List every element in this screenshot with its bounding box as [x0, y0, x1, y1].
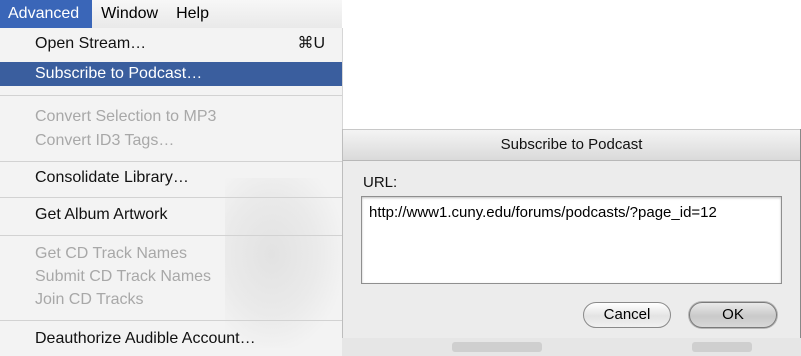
menu-item-label: Consolidate Library…	[35, 169, 189, 186]
menu-item-label: Get CD Track Names	[35, 245, 188, 262]
menu-item-deauthorize-audible[interactable]: Deauthorize Audible Account…	[0, 327, 342, 351]
menu-item-open-stream[interactable]: Open Stream… ⌘U	[0, 32, 342, 56]
subscribe-podcast-dialog: Subscribe to Podcast URL: http://www1.cu…	[342, 129, 801, 338]
menu-item-submit-cd-track-names: Submit CD Track Names	[0, 265, 342, 289]
menu-separator	[0, 95, 342, 96]
menu-separator	[0, 235, 342, 236]
menu-item-get-cd-track-names: Get CD Track Names	[0, 242, 342, 266]
menu-separator	[0, 197, 342, 198]
menu-item-consolidate-library[interactable]: Consolidate Library…	[0, 166, 342, 190]
menu-separator	[0, 161, 342, 162]
menu-separator	[0, 320, 342, 321]
ok-button[interactable]: OK	[689, 302, 777, 328]
background-window	[342, 338, 801, 356]
background-text-blur	[692, 342, 752, 352]
menu-item-label: Submit CD Track Names	[35, 268, 212, 285]
menu-item-convert-mp3: Convert Selection to MP3	[0, 105, 342, 129]
dialog-title: Subscribe to Podcast	[500, 136, 643, 153]
menu-window[interactable]: Window	[92, 0, 167, 28]
dialog-titlebar: Subscribe to Podcast	[343, 129, 800, 161]
menu-item-label: Join CD Tracks	[35, 291, 144, 308]
menu-bar: Advanced Window Help	[0, 0, 342, 29]
background-text-blur	[452, 342, 542, 352]
url-label: URL:	[363, 174, 398, 191]
menu-advanced[interactable]: Advanced	[0, 0, 93, 28]
menu-item-join-cd-tracks: Join CD Tracks	[0, 288, 342, 312]
menu-item-label: Convert Selection to MP3	[35, 108, 217, 125]
cancel-button[interactable]: Cancel	[583, 302, 671, 328]
menu-item-shortcut: ⌘U	[297, 35, 325, 52]
menu-item-convert-id3: Convert ID3 Tags…	[0, 129, 342, 153]
menu-item-subscribe-podcast[interactable]: Subscribe to Podcast…	[0, 62, 342, 86]
url-input[interactable]: http://www1.cuny.edu/forums/podcasts/?pa…	[361, 196, 782, 284]
menu-item-get-album-artwork[interactable]: Get Album Artwork	[0, 203, 342, 227]
menu-item-label: Convert ID3 Tags…	[35, 132, 175, 149]
menu-item-label: Get Album Artwork	[35, 206, 168, 223]
menu-item-label: Deauthorize Audible Account…	[35, 330, 256, 347]
advanced-menu: Open Stream… ⌘U Subscribe to Podcast… Co…	[0, 28, 342, 356]
menu-help[interactable]: Help	[167, 0, 218, 28]
menu-item-label: Subscribe to Podcast…	[35, 65, 203, 82]
menu-item-label: Open Stream…	[35, 35, 147, 52]
